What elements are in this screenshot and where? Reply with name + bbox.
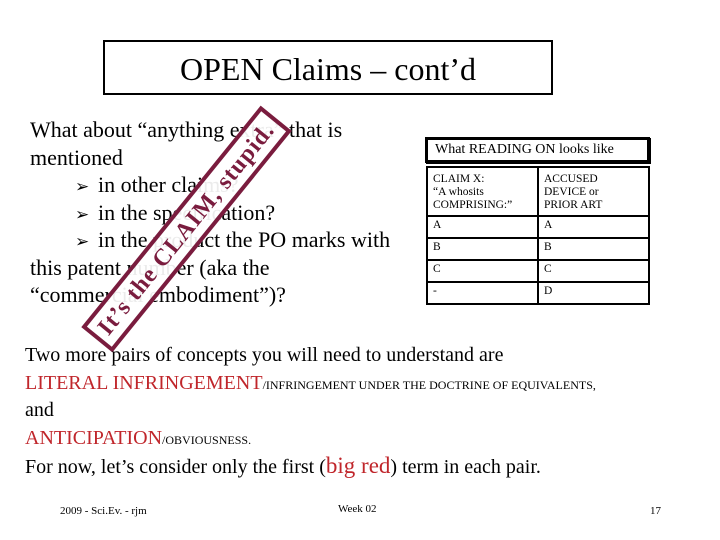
- table-row: C C: [426, 259, 650, 283]
- header-line: CLAIM X:: [433, 173, 485, 185]
- table-caption-text: What READING ON looks like: [435, 142, 614, 157]
- arrow-bullet-icon: ➢: [75, 177, 90, 196]
- header-line: DEVICE or: [544, 186, 599, 198]
- device-cell: D: [537, 281, 650, 305]
- closing-line: For now, let’s consider only the first (…: [25, 452, 715, 480]
- reading-on-table: CLAIM X: “A whosits COMPRISING:” ACCUSED…: [426, 166, 650, 305]
- concept-pair-1: LITERAL INFRINGEMENT/INFRINGEMENT UNDER …: [25, 370, 715, 398]
- closing-pre: For now, let’s consider only the first (: [25, 456, 326, 478]
- header-line: PRIOR ART: [544, 199, 603, 211]
- claim-cell: A: [426, 215, 539, 239]
- page-number: 17: [650, 505, 661, 517]
- table-header-row: CLAIM X: “A whosits COMPRISING:” ACCUSED…: [426, 166, 650, 217]
- table-row: B B: [426, 237, 650, 261]
- arrow-bullet-icon: ➢: [75, 204, 90, 224]
- bullet-continuation: “commercial embodiment”)?: [30, 282, 286, 307]
- title-box: OPEN Claims – cont’d: [103, 40, 553, 95]
- lower-body-text: Two more pairs of concepts you will need…: [25, 342, 715, 480]
- pair1-primary-term: LITERAL INFRINGEMENT: [25, 371, 263, 394]
- concept-pair-2: ANTICIPATION/OBVIOUSNESS.: [25, 425, 715, 453]
- bullet-text: in the product the PO marks with: [98, 227, 391, 252]
- claim-cell: C: [426, 259, 539, 283]
- big-red-text: big red: [325, 453, 391, 478]
- device-cell: B: [537, 237, 650, 261]
- and-text: and: [25, 399, 54, 421]
- concepts-intro: Two more pairs of concepts you will need…: [25, 344, 504, 366]
- pair2-secondary-term: /OBVIOUSNESS.: [162, 432, 252, 447]
- table-caption: What READING ON looks like: [425, 137, 650, 163]
- closing-post: ) term in each pair.: [390, 456, 541, 478]
- device-cell: A: [537, 215, 650, 239]
- claim-cell: B: [426, 237, 539, 261]
- header-cell-claim: CLAIM X: “A whosits COMPRISING:”: [426, 166, 539, 217]
- header-line: COMPRISING:”: [433, 199, 513, 211]
- arrow-bullet-icon: ➢: [75, 232, 90, 251]
- table-row: A A: [426, 215, 650, 239]
- footer-course: 2009 - Sci.Ev. - rjm: [60, 505, 147, 517]
- pair1-secondary-term: /INFRINGEMENT UNDER THE DOCTRINE OF EQUI…: [262, 377, 596, 392]
- claim-cell: -: [426, 281, 539, 305]
- slide-title: OPEN Claims – cont’d: [180, 50, 476, 87]
- device-cell: C: [537, 259, 650, 283]
- pair2-primary-term: ANTICIPATION: [25, 426, 163, 449]
- bullet-continuation: this patent number (aka the: [30, 254, 270, 280]
- table-row: - D: [426, 281, 650, 305]
- header-line: ACCUSED: [544, 173, 598, 185]
- header-line: “A whosits: [433, 186, 484, 198]
- footer-week: Week 02: [338, 503, 377, 515]
- header-cell-device: ACCUSED DEVICE or PRIOR ART: [537, 166, 650, 217]
- intro-line-1: What about “anything extra” that is: [30, 117, 343, 142]
